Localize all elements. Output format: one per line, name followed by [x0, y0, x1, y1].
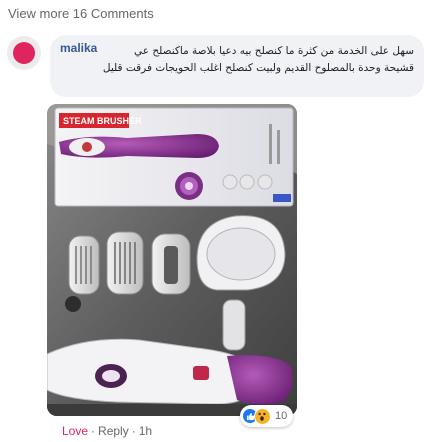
- avatar-image: [13, 42, 35, 64]
- comment-text-line: قشيحة وحدة بالمصلوح القديم ولبيت كنصلح ا…: [102, 62, 414, 74]
- comment-bubble: malika سهل على الخدمة من كثرة ما كنصلح ب…: [50, 35, 424, 97]
- wow-icon: [254, 407, 271, 425]
- comment-photo[interactable]: STEAM BRUSHER: [47, 104, 297, 416]
- view-more-comments-link[interactable]: View more 16 Comments: [8, 6, 154, 21]
- reply-action-link[interactable]: Reply: [98, 424, 129, 438]
- love-action-link[interactable]: Love: [62, 424, 88, 438]
- action-separator: ·: [91, 424, 96, 438]
- reaction-count: 10: [275, 410, 288, 422]
- box-label: STEAM BRUSHER: [63, 116, 142, 126]
- comment-text-line: سهل على الخدمة من كثرة ما كنصلح بيه دعيا…: [133, 45, 414, 57]
- avatar[interactable]: [7, 36, 41, 70]
- reaction-summary[interactable]: 10: [240, 405, 294, 427]
- comment-actions: Love · Reply · 1h: [62, 424, 152, 438]
- comment-timestamp[interactable]: 1h: [139, 424, 152, 438]
- comment-text: سهل على الخدمة من كثرة ما كنصلح بيه دعيا…: [60, 43, 414, 77]
- action-separator: ·: [131, 424, 136, 438]
- steam-brusher-photo: STEAM BRUSHER: [47, 104, 297, 416]
